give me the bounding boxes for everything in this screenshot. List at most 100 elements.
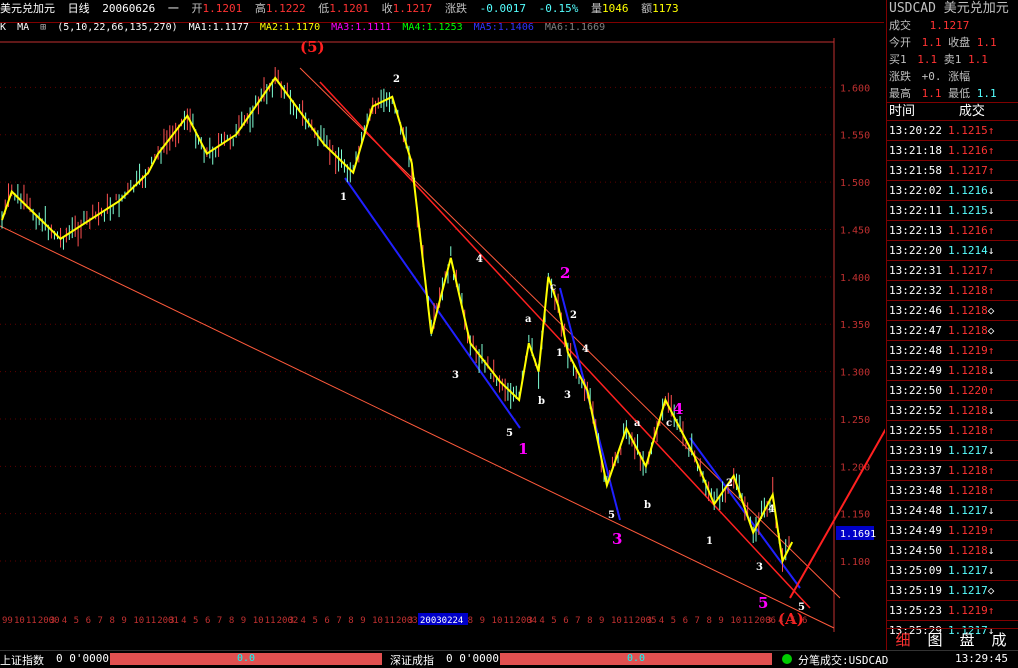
wave-label: 1 <box>556 348 563 359</box>
tick-price: 1.1215 <box>947 124 988 137</box>
price-tick-label: 1.500 <box>840 178 870 189</box>
tick-time: 13:22:48 <box>889 344 942 357</box>
date-tick-label: 7 <box>217 616 222 626</box>
tick-row[interactable]: 13:24:49 1.1219↑ <box>887 520 1018 540</box>
tick-row[interactable]: 13:21:18 1.1216↑ <box>887 140 1018 160</box>
tick-row[interactable]: 13:22:50 1.1220↑ <box>887 380 1018 400</box>
tick-row[interactable]: 13:20:22 1.1215↑ <box>887 120 1018 140</box>
current-price-tag: 1.1691 <box>840 529 876 540</box>
tick-price: 1.1215 <box>947 204 988 217</box>
side-tab[interactable]: 细 <box>887 629 919 650</box>
tick-direction-icon: ↓ <box>987 204 995 217</box>
tick-row[interactable]: 13:23:19 1.1217↓ <box>887 440 1018 460</box>
wave-label: 2 <box>560 264 570 282</box>
side-buy: 1.1 <box>917 53 938 66</box>
tick-direction-icon: ↓ <box>987 244 995 257</box>
tick-direction-icon: ↑ <box>987 464 995 477</box>
candlesticks <box>1 67 790 572</box>
date-tick-label: 6 <box>683 616 688 626</box>
date-tick-label: 11 <box>26 616 37 626</box>
tick-row[interactable]: 13:22:46 1.1218◇ <box>887 300 1018 320</box>
tick-row[interactable]: 13:22:52 1.1218↓ <box>887 400 1018 420</box>
ma-label[interactable]: MA <box>17 22 29 33</box>
high-value: 1.1222 <box>265 2 306 15</box>
tick-row[interactable]: 13:23:37 1.1218↑ <box>887 460 1018 480</box>
volume-field: 量1046 <box>591 2 629 15</box>
tick-direction-icon: ↑ <box>987 344 995 357</box>
tick-row[interactable]: 13:22:55 1.1218↑ <box>887 420 1018 440</box>
ma-params: (5,10,22,66,135,270) <box>57 22 178 33</box>
amount-field: 额1173 <box>641 2 679 15</box>
tick-price: 1.1219 <box>947 604 988 617</box>
weekday-label: 一 <box>167 2 179 15</box>
side-tab[interactable]: 图 <box>919 629 951 650</box>
ma-params-icon[interactable]: ⊞ <box>40 22 46 33</box>
side-change-row: 涨跌 +0. 涨幅 <box>887 68 1018 85</box>
tick-row[interactable]: 13:21:58 1.1217↑ <box>887 160 1018 180</box>
tick-direction-icon: ↑ <box>987 224 995 237</box>
tick-row[interactable]: 13:22:02 1.1216↓ <box>887 180 1018 200</box>
tick-time: 13:22:50 <box>889 384 942 397</box>
tick-list[interactable]: 13:20:22 1.1215↑ 13:21:18 1.1216↑ 13:21:58 1.… <box>887 120 1018 640</box>
tick-row[interactable]: 13:25:09 1.1217↓ <box>887 560 1018 580</box>
price-tick-label: 1.450 <box>840 225 870 236</box>
side-pct-label: 涨幅 <box>948 70 971 83</box>
date-tick-label: 3 <box>408 616 413 626</box>
date-tick-label: 7 <box>695 616 700 626</box>
price-tick-label: 1.300 <box>840 368 870 379</box>
tick-direction-icon: ↑ <box>987 164 995 177</box>
tick-row[interactable]: 13:22:32 1.1218↑ <box>887 280 1018 300</box>
open-value: 1.1201 <box>202 2 243 15</box>
sz-index-value: 0 0'0000 <box>446 652 499 665</box>
tick-row[interactable]: 13:22:47 1.1218◇ <box>887 320 1018 340</box>
tick-price: 1.1217 <box>947 264 988 277</box>
ma6-value: MA6:1.1669 <box>544 22 606 33</box>
tick-time: 13:25:09 <box>889 564 942 577</box>
date-tick-label: 4 <box>659 616 664 626</box>
tick-row[interactable]: 13:24:50 1.1218↓ <box>887 540 1018 560</box>
tick-price: 1.1216 <box>947 144 988 157</box>
side-open-row: 今开 1.1 收盘 1.1 <box>887 34 1018 51</box>
tick-row[interactable]: 13:22:49 1.1218↓ <box>887 360 1018 380</box>
date-tick-label: 10 <box>253 616 264 626</box>
date-tick-label: 2005 <box>635 616 657 626</box>
wave-label: 4 <box>768 504 775 515</box>
date-axis-ticks: 99 10 11 20003 4 5 6 7 8 9 10 11 20013 4 5 6 7 8 9 10 11 2002… <box>2 616 807 626</box>
tick-row[interactable]: 13:22:20 1.1214↓ <box>887 240 1018 260</box>
date-tick-label: 4 <box>62 616 67 626</box>
tick-row[interactable]: 13:23:48 1.1218↑ <box>887 480 1018 500</box>
tick-time: 13:21:58 <box>889 164 942 177</box>
date-tick-label: 8 <box>468 616 473 626</box>
side-tab[interactable]: 成 <box>983 629 1015 650</box>
tick-row[interactable]: 13:22:31 1.1217↑ <box>887 260 1018 280</box>
side-low: 1.1 <box>976 87 997 100</box>
side-sell-label: 卖1 <box>943 53 962 66</box>
tick-row[interactable]: 13:22:11 1.1215↓ <box>887 200 1018 220</box>
kline-chart[interactable]: 1.600 1.550 1.500 1.450 1.400 1.350 1.300 1.250… <box>0 38 885 632</box>
tick-price: 1.1216 <box>947 224 988 237</box>
tick-price: 1.1220 <box>947 384 988 397</box>
side-tab[interactable]: 盘 <box>951 629 983 650</box>
tick-direction-icon: ↑ <box>987 424 995 437</box>
wave-label: 5 <box>758 594 768 612</box>
tick-direction-icon: ↓ <box>987 504 995 517</box>
tick-time-header: 时间 <box>889 104 916 119</box>
k-label[interactable]: K <box>0 22 6 33</box>
side-high: 1.1 <box>921 87 942 100</box>
tick-row[interactable]: 13:22:48 1.1219↑ <box>887 340 1018 360</box>
tick-direction-icon: ↑ <box>987 524 995 537</box>
wave-label: 5 <box>506 428 513 439</box>
date-tick-label: 4 <box>301 616 306 626</box>
price-tick-label: 1.550 <box>840 131 870 142</box>
tick-row[interactable]: 13:22:13 1.1216↑ <box>887 220 1018 240</box>
date-tick-label: 4 <box>181 616 186 626</box>
tick-row[interactable]: 13:25:23 1.1219↑ <box>887 600 1018 620</box>
side-change-label: 涨跌 <box>889 70 911 83</box>
tick-row[interactable]: 13:24:48 1.1217↓ <box>887 500 1018 520</box>
wave-label: 2 <box>570 310 577 321</box>
tick-direction-icon: ↑ <box>987 124 995 137</box>
tick-row[interactable]: 13:25:19 1.1217◇ <box>887 580 1018 600</box>
tick-direction-icon: ↓ <box>987 544 995 557</box>
date-tick-label: 11 <box>503 616 514 626</box>
period-label[interactable]: 日线 <box>68 2 90 15</box>
